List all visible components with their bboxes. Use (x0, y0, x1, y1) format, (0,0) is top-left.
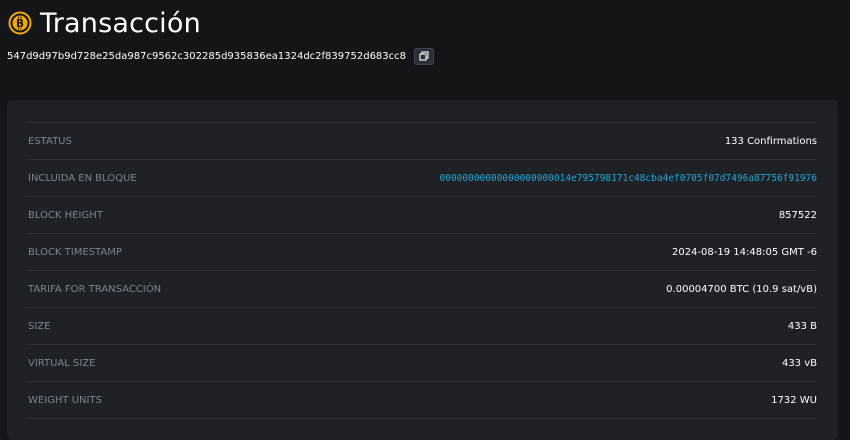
transaction-details-card: ESTATUS 133 Confirmations INCLUIDA EN BL… (7, 100, 838, 440)
copy-txid-button[interactable] (414, 47, 435, 65)
block-height-value: 857522 (778, 209, 817, 221)
block-hash-link[interactable]: 00000000000000000000014e795798171c48cba4… (440, 173, 818, 184)
copy-icon (419, 49, 429, 64)
block-timestamp-label: BLOCK TIMESTAMP (28, 246, 122, 258)
block-timestamp-value: 2024-08-19 14:48:05 GMT -6 (671, 246, 817, 258)
row-block-height: BLOCK HEIGHT 857522 (28, 197, 817, 234)
fee-label: TARIFA FOR TRANSACCIÓN (28, 283, 162, 295)
included-in-block-label: INCLUIDA EN BLOQUE (28, 172, 137, 184)
txid-text: 547d9d97b9d728e25da987c9562c302285d93583… (7, 50, 407, 62)
row-weight-units: WEIGHT UNITS 1732 WU (28, 382, 817, 419)
row-virtual-size: VIRTUAL SIZE 433 vB (28, 345, 817, 382)
page-title: Transacción (40, 7, 201, 39)
row-included-in-block: INCLUIDA EN BLOQUE 000000000000000000000… (28, 160, 817, 197)
row-size: SIZE 433 B (28, 308, 817, 345)
bitcoin-icon: B (8, 11, 32, 35)
virtual-size-label: VIRTUAL SIZE (28, 357, 96, 369)
page-header: B Transacción (8, 6, 201, 40)
size-value: 433 B (787, 320, 817, 332)
virtual-size-value: 433 vB (781, 357, 817, 369)
status-value: 133 Confirmations (724, 135, 817, 147)
row-fee: TARIFA FOR TRANSACCIÓN 0.00004700 BTC (1… (28, 271, 817, 308)
size-label: SIZE (28, 320, 51, 332)
details-table: ESTATUS 133 Confirmations INCLUIDA EN BL… (28, 122, 817, 419)
fee-value: 0.00004700 BTC (10.9 sat/vB) (666, 283, 817, 295)
svg-text:B: B (16, 18, 24, 30)
block-height-label: BLOCK HEIGHT (28, 209, 103, 221)
weight-units-value: 1732 WU (771, 394, 817, 406)
row-block-timestamp: BLOCK TIMESTAMP 2024-08-19 14:48:05 GMT … (28, 234, 817, 271)
txid-row: 547d9d97b9d728e25da987c9562c302285d93583… (7, 47, 435, 65)
status-label: ESTATUS (28, 135, 72, 147)
row-status: ESTATUS 133 Confirmations (28, 123, 817, 160)
weight-units-label: WEIGHT UNITS (28, 394, 102, 406)
